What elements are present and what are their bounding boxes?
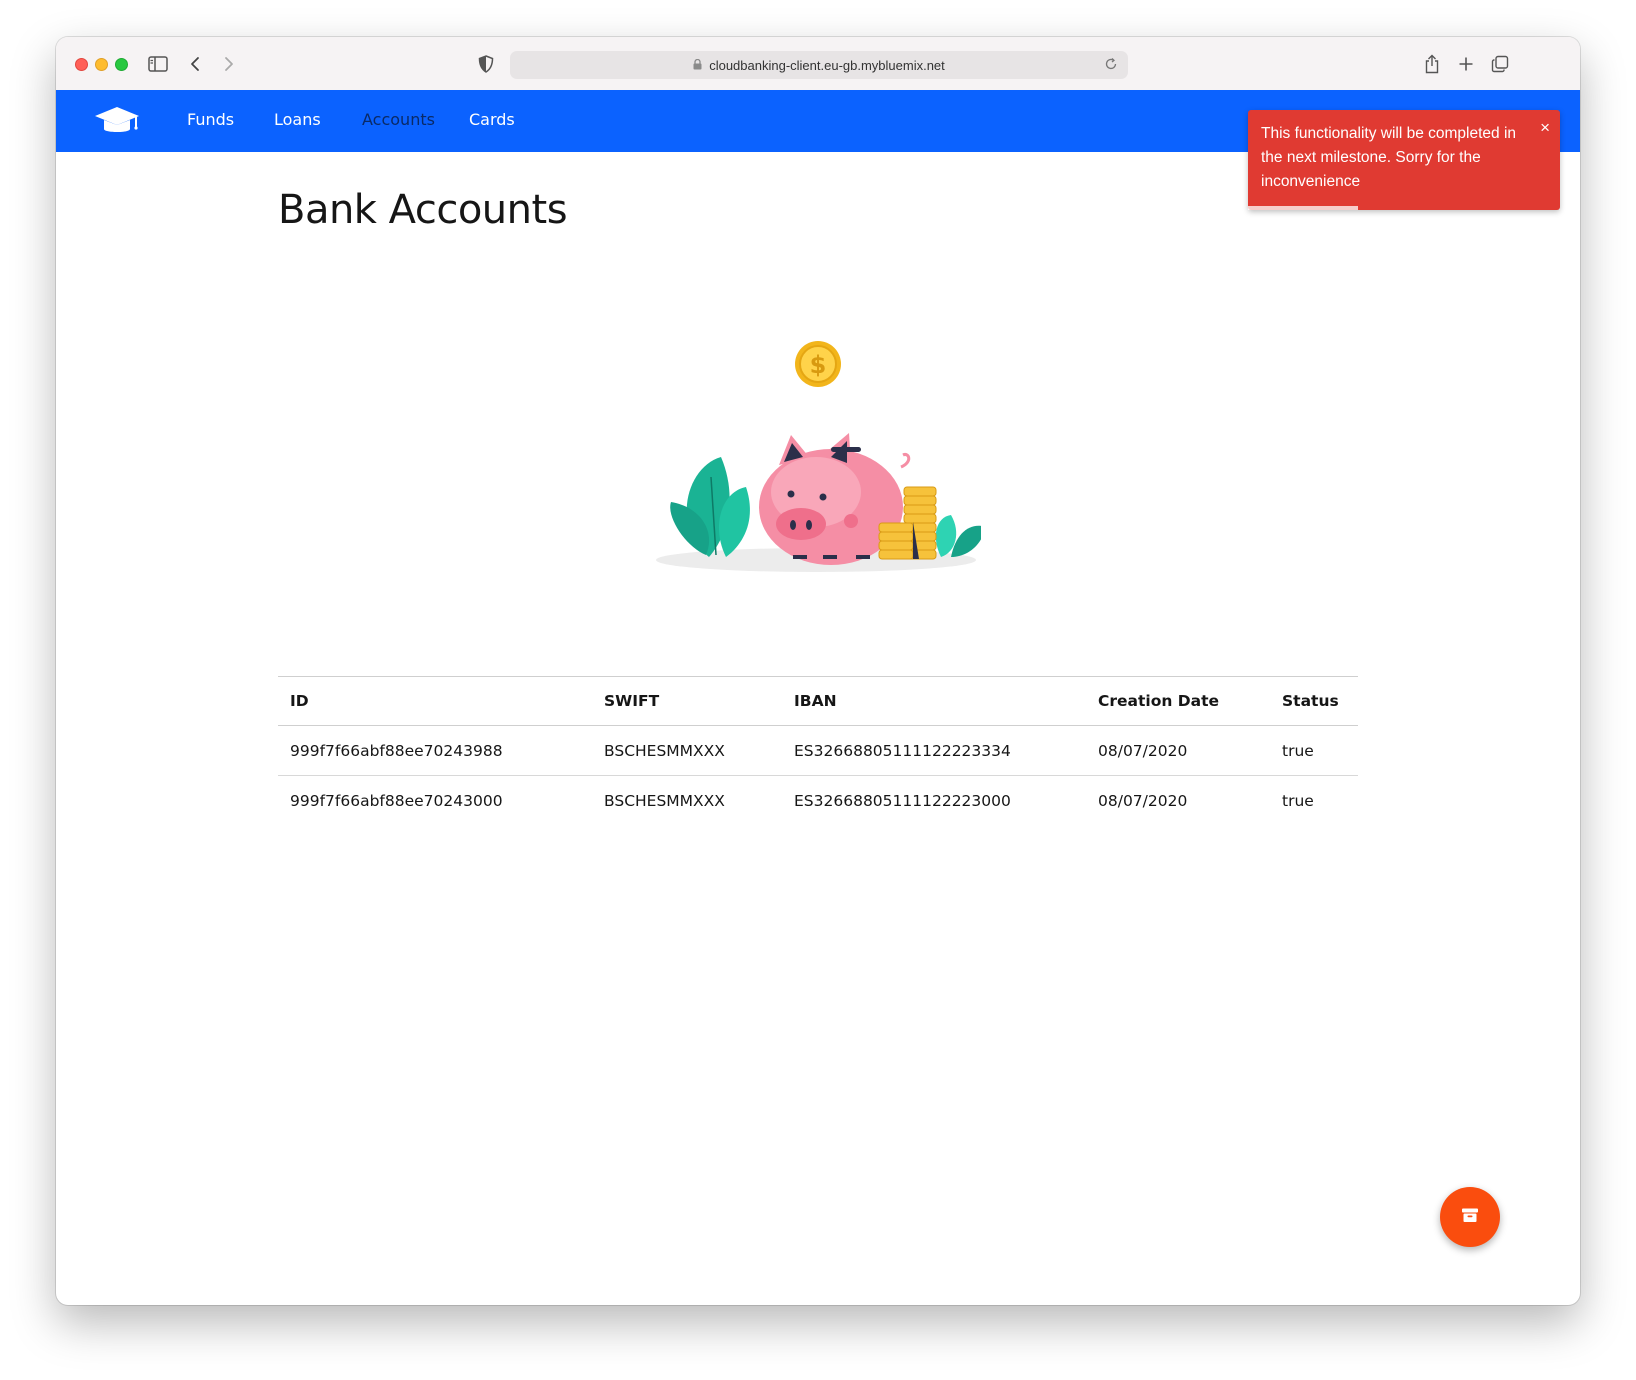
cell-status: true bbox=[1270, 725, 1358, 776]
archive-fab-button[interactable] bbox=[1440, 1187, 1500, 1247]
new-tab-icon[interactable] bbox=[1454, 52, 1478, 76]
column-header-iban[interactable]: IBAN bbox=[782, 676, 1086, 726]
table-header-row: ID SWIFT IBAN Creation Date Status bbox=[278, 676, 1358, 726]
nav-accounts[interactable]: Accounts bbox=[362, 110, 435, 129]
zoom-window-button[interactable] bbox=[115, 58, 128, 71]
close-window-button[interactable] bbox=[75, 58, 88, 71]
forward-icon[interactable] bbox=[217, 52, 241, 76]
column-header-swift[interactable]: SWIFT bbox=[592, 676, 782, 726]
share-icon[interactable] bbox=[1420, 52, 1444, 76]
browser-toolbar: cloudbanking-client.eu-gb.mybluemix.net bbox=[56, 37, 1580, 91]
back-icon[interactable] bbox=[183, 52, 207, 76]
url-text: cloudbanking-client.eu-gb.mybluemix.net bbox=[709, 57, 945, 73]
nav-cards[interactable]: Cards bbox=[469, 110, 515, 129]
nav-funds[interactable]: Funds bbox=[187, 110, 234, 129]
reload-icon[interactable] bbox=[1104, 57, 1118, 74]
toast-message: This functionality will be completed in … bbox=[1261, 125, 1517, 190]
archive-icon bbox=[1461, 1207, 1479, 1227]
page-title: Bank Accounts bbox=[278, 187, 568, 233]
accounts-table: ID SWIFT IBAN Creation Date Status 999f7… bbox=[278, 676, 1358, 825]
cell-swift: BSCHESMMXXX bbox=[604, 791, 725, 810]
nav-loans[interactable]: Loans bbox=[274, 110, 321, 129]
privacy-shield-icon[interactable] bbox=[474, 52, 498, 76]
svg-text:$: $ bbox=[810, 351, 827, 379]
address-bar[interactable]: cloudbanking-client.eu-gb.mybluemix.net bbox=[510, 51, 1128, 79]
toast-notification: This functionality will be completed in … bbox=[1248, 110, 1560, 210]
cell-status: true bbox=[1282, 791, 1314, 810]
browser-window: cloudbanking-client.eu-gb.mybluemix.net … bbox=[56, 37, 1580, 1305]
column-header-id[interactable]: ID bbox=[278, 676, 592, 726]
sidebar-toggle-icon[interactable] bbox=[146, 52, 170, 76]
cell-iban: ES32668805111122223334 bbox=[782, 725, 1086, 776]
cell-creation-date: 08/07/2020 bbox=[1098, 791, 1188, 810]
piggy-bank-illustration: $ bbox=[651, 317, 986, 586]
tab-overview-icon[interactable] bbox=[1488, 52, 1512, 76]
cell-id: 999f7f66abf88ee70243000 bbox=[290, 791, 503, 810]
cell-id: 999f7f66abf88ee70243988 bbox=[278, 725, 592, 776]
lock-icon bbox=[693, 58, 702, 73]
cell-creation-date: 08/07/2020 bbox=[1086, 725, 1270, 776]
minimize-window-button[interactable] bbox=[95, 58, 108, 71]
cell-iban: ES32668805111122223000 bbox=[794, 791, 1011, 810]
toast-close-icon[interactable]: × bbox=[1540, 119, 1550, 137]
table-row[interactable]: 999f7f66abf88ee70243000 BSCHESMMXXX ES32… bbox=[278, 776, 1358, 826]
column-header-status[interactable]: Status bbox=[1270, 676, 1358, 726]
toast-progress-bar bbox=[1248, 206, 1358, 210]
cell-swift: BSCHESMMXXX bbox=[592, 725, 782, 776]
table-row[interactable]: 999f7f66abf88ee70243988 BSCHESMMXXX ES32… bbox=[278, 725, 1358, 776]
column-header-creation-date[interactable]: Creation Date bbox=[1086, 676, 1270, 726]
graduation-cap-logo-icon[interactable] bbox=[93, 104, 141, 142]
